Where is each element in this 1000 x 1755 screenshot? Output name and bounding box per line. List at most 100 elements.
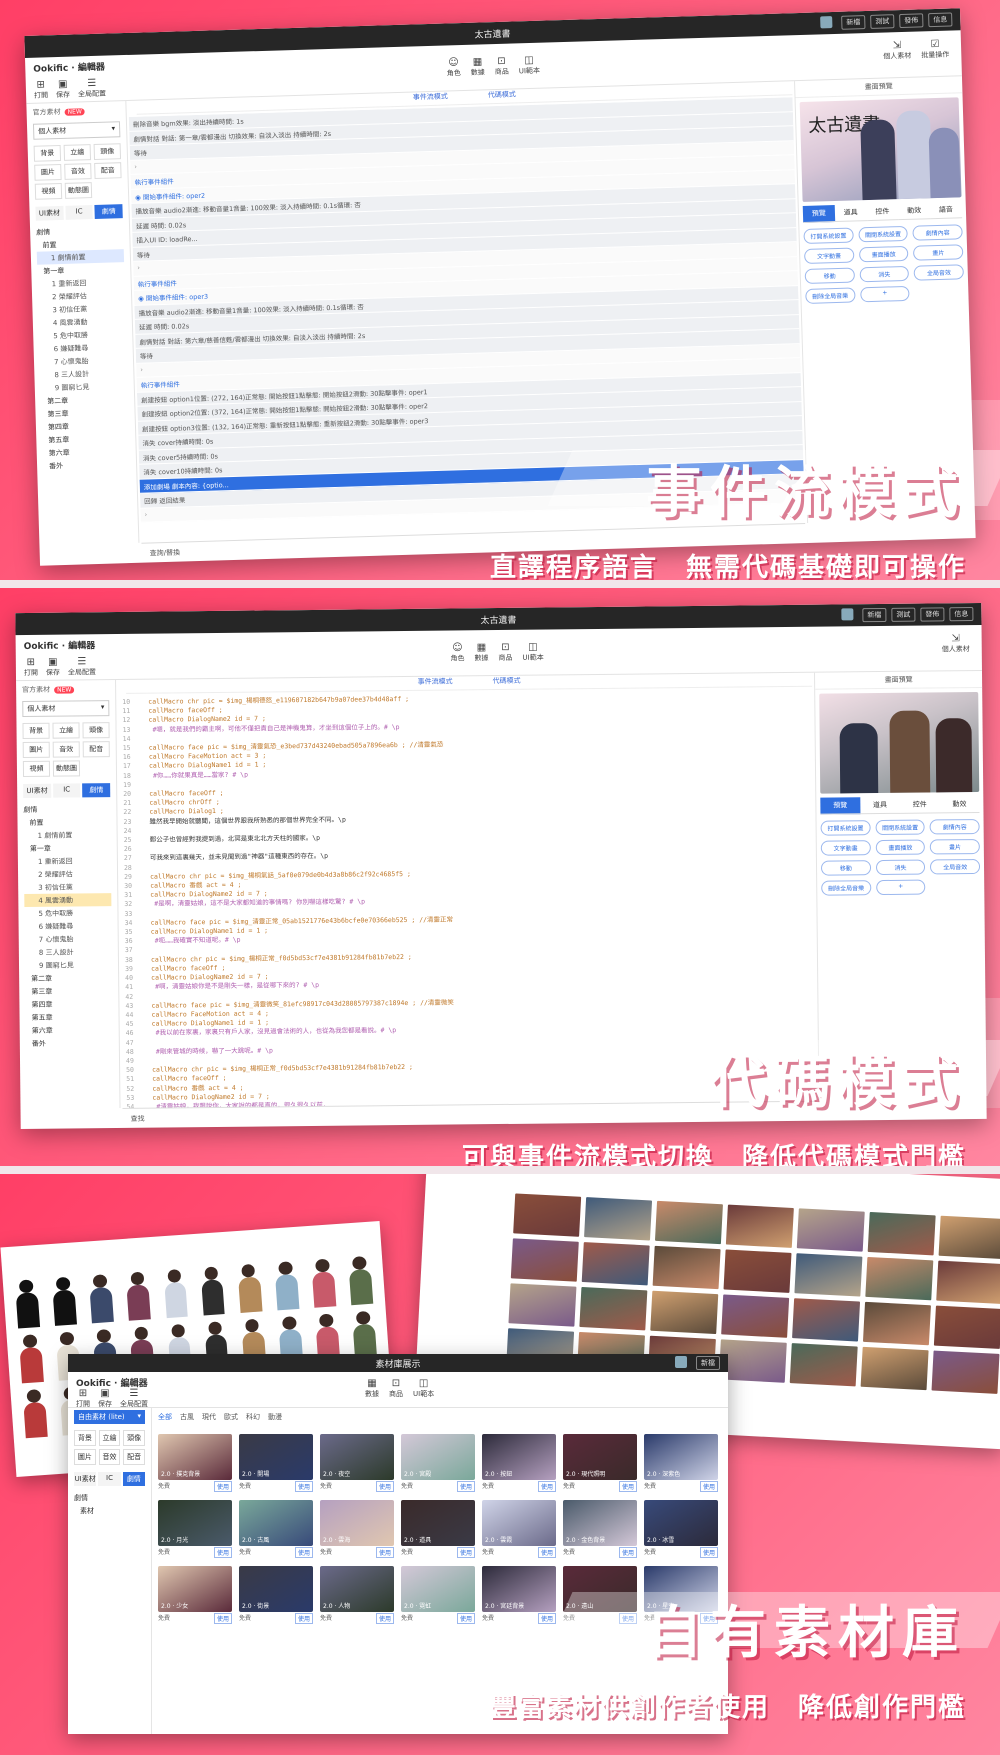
tab-ic[interactable]: IC — [98, 1472, 121, 1486]
open-button[interactable]: ⊞ 打開 — [34, 79, 49, 100]
tree-node[interactable]: 9 圖窮匕見 — [25, 958, 112, 972]
use-button[interactable]: 使用 — [699, 1547, 718, 1558]
save-button[interactable]: ▣ 保存 — [56, 79, 71, 100]
info-button[interactable]: 信息 — [949, 607, 974, 622]
category-item[interactable]: 圖片 — [74, 1449, 96, 1465]
action-button[interactable]: 移動 — [820, 860, 871, 876]
global-config-button[interactable]: ☰ 全局配置 — [120, 1388, 148, 1409]
tree-node[interactable]: 3 初信任黨 — [24, 880, 111, 894]
tab-ui-assets[interactable]: UI素材 — [35, 205, 64, 221]
tab-ui-assets[interactable]: UI素材 — [74, 1472, 97, 1486]
tree-node[interactable]: 前置 — [23, 815, 110, 829]
category-item[interactable]: 背景 — [22, 722, 50, 740]
filter-option[interactable]: 動漫 — [268, 1412, 282, 1422]
category-item[interactable]: 圖片 — [22, 741, 50, 759]
shop-button[interactable]: ⊡ 商品 — [498, 642, 512, 663]
category-item[interactable]: 立繪 — [98, 1430, 121, 1446]
global-config-button[interactable]: ☰ 全局配置 — [78, 78, 107, 100]
info-button[interactable]: 信息 — [928, 12, 953, 28]
filter-option[interactable]: 古風 — [180, 1412, 194, 1422]
material-card[interactable]: 2.0 · 古風 免費 使用 — [239, 1500, 313, 1558]
open-button[interactable]: ⊞ 打開 — [24, 657, 38, 678]
save-button[interactable]: ▣ 保存 — [98, 1388, 112, 1409]
tree-node[interactable]: 番外 — [43, 457, 130, 473]
character-thumbnail[interactable] — [345, 1306, 383, 1361]
action-button[interactable]: 打開系統設置 — [803, 227, 854, 244]
global-config-button[interactable]: ☰ 全局配置 — [68, 656, 96, 677]
tab-controls[interactable]: 控件 — [866, 203, 899, 222]
background-thumbnail[interactable] — [584, 1197, 653, 1241]
asset-source-select[interactable]: 個人素材 ▾ — [32, 121, 121, 140]
publish-button[interactable]: 發佈 — [920, 607, 945, 622]
character-thumbnail[interactable] — [16, 1384, 54, 1439]
character-thumbnail[interactable] — [46, 1272, 84, 1326]
background-thumbnail[interactable] — [931, 1350, 1000, 1394]
use-button[interactable]: 使用 — [375, 1613, 394, 1624]
data-button[interactable]: ▦ 數據 — [474, 642, 488, 663]
new-file-button[interactable]: 新檔 — [841, 15, 866, 30]
action-button[interactable]: 消失 — [875, 859, 926, 876]
background-thumbnail[interactable] — [581, 1242, 650, 1286]
tree-node[interactable]: 第五章 — [25, 1010, 112, 1024]
character-thumbnail[interactable] — [268, 1257, 306, 1311]
background-thumbnail[interactable] — [792, 1298, 861, 1342]
tab-voice[interactable]: 語音 — [929, 201, 963, 220]
material-card[interactable]: 2.0 · 雲霞 免費 使用 — [482, 1500, 556, 1558]
action-button[interactable]: 全局音效 — [913, 264, 964, 281]
background-thumbnail[interactable] — [796, 1208, 865, 1252]
ui-template-button[interactable]: ◫ UI範本 — [413, 1378, 434, 1399]
use-button[interactable]: 使用 — [213, 1547, 232, 1558]
tree-node[interactable]: 第四章 — [25, 997, 112, 1011]
background-thumbnail[interactable] — [513, 1193, 582, 1237]
tree-node[interactable]: 劇情 — [23, 802, 110, 816]
tree-node[interactable]: 素材 — [74, 1504, 145, 1517]
action-button[interactable]: 全局音效 — [930, 858, 981, 875]
material-card[interactable]: 2.0 · 冰雪 免費 使用 — [644, 1500, 718, 1558]
action-button[interactable]: 文字動畫 — [820, 840, 871, 856]
character-button[interactable]: ☺ 角色 — [450, 642, 464, 663]
category-item[interactable]: 配音 — [123, 1449, 145, 1465]
background-thumbnail[interactable] — [789, 1343, 858, 1387]
use-button[interactable]: 使用 — [456, 1613, 475, 1624]
category-item[interactable]: 圖片 — [34, 163, 62, 181]
background-thumbnail[interactable] — [654, 1200, 723, 1245]
new-file-button[interactable]: 新檔 — [696, 1356, 720, 1370]
action-button[interactable]: 畫片 — [930, 838, 980, 855]
background-thumbnail[interactable] — [723, 1249, 792, 1293]
character-thumbnail[interactable] — [120, 1267, 158, 1321]
action-button[interactable]: 劇情內容 — [912, 224, 963, 241]
use-button[interactable]: 使用 — [375, 1481, 394, 1492]
character-thumbnail[interactable] — [12, 1330, 50, 1384]
category-item[interactable]: 音效 — [64, 163, 92, 180]
category-item[interactable]: 動態圖 — [52, 760, 81, 777]
open-button[interactable]: ⊞ 打開 — [76, 1388, 90, 1409]
action-button[interactable]: 刪除全局音樂 — [805, 287, 856, 304]
use-button[interactable]: 使用 — [456, 1547, 475, 1558]
category-item[interactable]: 視頻 — [34, 182, 63, 200]
material-card[interactable]: 2.0 · 金色背景 免費 使用 — [563, 1500, 637, 1558]
material-card[interactable]: 2.0 · 少女 免費 使用 — [158, 1566, 232, 1624]
save-button[interactable]: ▣ 保存 — [46, 657, 60, 678]
material-card[interactable]: 2.0 · 道具 免費 使用 — [401, 1500, 475, 1558]
material-card[interactable]: 2.0 · 人物 免費 使用 — [320, 1566, 394, 1624]
tab-event-mode[interactable]: 事件流模式 — [418, 676, 453, 689]
filter-option[interactable]: 現代 — [202, 1412, 216, 1422]
tab-ic[interactable]: IC — [52, 783, 81, 798]
tree-node[interactable]: 2 榮耀評估 — [24, 867, 111, 881]
category-item[interactable]: 立繪 — [63, 144, 92, 161]
publish-button[interactable]: 發佈 — [899, 13, 924, 29]
category-item[interactable]: 背景 — [33, 144, 62, 162]
use-button[interactable]: 使用 — [699, 1481, 718, 1492]
material-card[interactable]: 2.0 · 月光 免費 使用 — [158, 1500, 232, 1558]
action-button[interactable]: 消失 — [859, 265, 910, 283]
material-card[interactable]: 2.0 · 開場 免費 使用 — [239, 1434, 313, 1492]
use-button[interactable]: 使用 — [537, 1481, 556, 1492]
character-thumbnail[interactable] — [83, 1269, 121, 1324]
action-button[interactable]: 打開系統設置 — [820, 820, 871, 836]
character-button[interactable]: ☺ 角色 — [446, 57, 461, 78]
category-item[interactable]: 配音 — [82, 741, 110, 758]
material-card[interactable]: 2.0 · 現代照明 免費 使用 — [563, 1434, 637, 1492]
data-button[interactable]: ▦ 數據 — [470, 56, 485, 77]
category-item[interactable]: 頭像 — [93, 143, 122, 160]
tab-story[interactable]: 劇情 — [122, 1472, 145, 1486]
